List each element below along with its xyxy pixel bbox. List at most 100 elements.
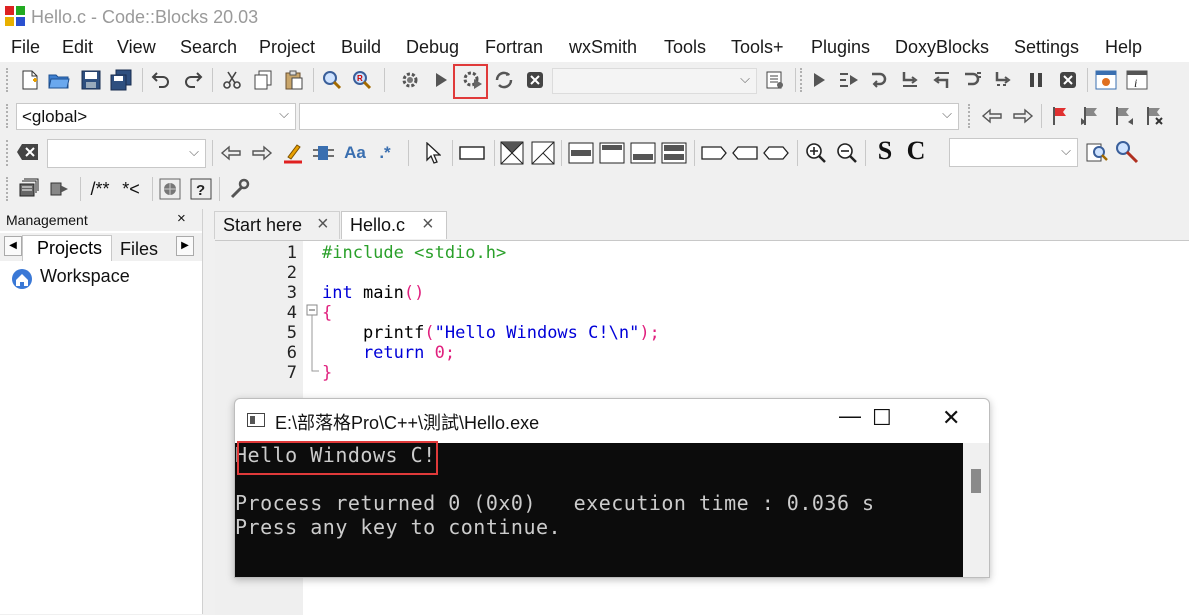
zoom-in-icon[interactable] — [803, 140, 829, 166]
stop-debugger-icon[interactable] — [1055, 67, 1081, 93]
line-comment-button[interactable]: *< — [117, 176, 145, 202]
minimize-button[interactable]: — — [839, 403, 861, 429]
menu-search[interactable]: Search — [180, 37, 237, 58]
block-comment-button[interactable]: /** — [86, 176, 114, 202]
function-select[interactable]: ⌵ — [299, 103, 959, 130]
next-bookmark-icon[interactable] — [1110, 103, 1136, 129]
menu-plugins[interactable]: Plugins — [811, 37, 870, 58]
doxyblocks-settings-icon[interactable] — [226, 176, 252, 202]
menu-build[interactable]: Build — [341, 37, 381, 58]
clear-bookmarks-icon[interactable] — [1141, 103, 1167, 129]
incremental-search-input[interactable]: ⌵ — [47, 139, 206, 168]
debug-start-icon[interactable] — [806, 67, 832, 93]
close-icon[interactable]: × — [177, 210, 186, 227]
thread-search-input[interactable]: ⌵ — [949, 138, 1078, 167]
toolbar-grip[interactable] — [800, 68, 805, 92]
block-top-icon[interactable] — [568, 140, 594, 166]
copy-icon[interactable] — [250, 67, 276, 93]
strip-c-button[interactable]: C — [903, 136, 929, 165]
decision-shape-icon[interactable] — [499, 140, 525, 166]
menu-tools[interactable]: Tools — [664, 37, 706, 58]
match-case-button[interactable]: Aa — [342, 140, 368, 166]
menu-tools-plus[interactable]: Tools+ — [731, 37, 784, 58]
scope-select[interactable]: <global> ⌵ — [16, 103, 296, 130]
doxywizard-icon[interactable] — [16, 176, 42, 202]
debugging-windows-icon[interactable] — [1093, 67, 1119, 93]
find-icon[interactable] — [319, 67, 345, 93]
menu-edit[interactable]: Edit — [62, 37, 93, 58]
build-target-select[interactable]: ⌵ — [552, 68, 757, 94]
step-into-icon[interactable] — [898, 67, 924, 93]
menu-view[interactable]: View — [117, 37, 156, 58]
close-icon[interactable]: × — [317, 213, 329, 236]
continue-shape-icon[interactable] — [732, 140, 758, 166]
toolbar-grip[interactable] — [6, 104, 11, 128]
menu-doxyblocks[interactable]: DoxyBlocks — [895, 37, 989, 58]
search-previous-icon[interactable] — [218, 140, 244, 166]
return-shape-icon[interactable] — [763, 140, 789, 166]
run-html-icon[interactable] — [157, 176, 183, 202]
rectangle-shape-icon[interactable] — [459, 140, 485, 166]
help-chm-icon[interactable]: ? — [188, 176, 214, 202]
toolbar-grip[interactable] — [6, 177, 11, 201]
console-scrollbar[interactable] — [963, 443, 989, 577]
step-out-icon[interactable] — [929, 67, 955, 93]
step-into-instruction-icon[interactable] — [991, 67, 1017, 93]
rebuild-icon[interactable] — [491, 67, 517, 93]
pause-icon[interactable] — [1023, 67, 1049, 93]
next-line-icon[interactable] — [867, 67, 893, 93]
console-window[interactable]: E:\部落格Pro\C++\測試\Hello.exe — ☐ ✕ Hello W… — [234, 398, 990, 578]
tab-scroll-right-icon[interactable]: ▶ — [176, 236, 194, 256]
menu-project[interactable]: Project — [259, 37, 315, 58]
paste-icon[interactable] — [281, 67, 307, 93]
close-button[interactable]: ✕ — [942, 405, 960, 431]
next-instruction-icon[interactable] — [960, 67, 986, 93]
replace-icon[interactable]: R — [349, 67, 375, 93]
highlight-icon[interactable] — [280, 140, 306, 166]
save-icon[interactable] — [78, 67, 104, 93]
toggle-bookmark-icon[interactable] — [1047, 103, 1073, 129]
menu-wxsmith[interactable]: wxSmith — [569, 37, 637, 58]
undo-icon[interactable] — [148, 67, 174, 93]
build-gear-icon[interactable] — [397, 67, 423, 93]
tab-projects[interactable]: Projects — [22, 235, 112, 261]
selected-text-only-icon[interactable] — [311, 140, 337, 166]
redo-icon[interactable] — [180, 67, 206, 93]
clear-search-icon[interactable] — [15, 139, 41, 165]
tab-files[interactable]: Files — [120, 239, 158, 260]
new-file-icon[interactable] — [17, 67, 43, 93]
fold-marker-icon[interactable] — [305, 303, 321, 383]
show-select-target-icon[interactable] — [762, 67, 788, 93]
strip-s-button[interactable]: S — [872, 136, 898, 165]
maximize-button[interactable]: ☐ — [872, 405, 892, 431]
save-all-icon[interactable] — [108, 67, 134, 93]
menu-debug[interactable]: Debug — [406, 37, 459, 58]
menu-fortran[interactable]: Fortran — [485, 37, 543, 58]
toolbar-grip[interactable] — [6, 68, 11, 92]
menu-help[interactable]: Help — [1105, 37, 1142, 58]
abort-icon[interactable] — [522, 67, 548, 93]
jump-forward-icon[interactable] — [1010, 103, 1036, 129]
parallelogram-shape-icon[interactable] — [530, 140, 556, 166]
select-pointer-icon[interactable] — [420, 140, 446, 166]
zoom-out-icon[interactable] — [834, 140, 860, 166]
extract-documentation-icon[interactable] — [47, 176, 73, 202]
jump-back-icon[interactable] — [979, 103, 1005, 129]
tab-start-here[interactable]: Start here × — [214, 211, 340, 239]
thread-search-icon[interactable] — [1084, 139, 1110, 165]
block-bottom-icon[interactable] — [630, 140, 656, 166]
toolbar-grip[interactable] — [6, 140, 11, 166]
console-scroll-thumb[interactable] — [971, 469, 981, 493]
close-icon[interactable]: × — [422, 213, 434, 236]
tab-scroll-left-icon[interactable]: ◀ — [4, 236, 22, 256]
block-full-icon[interactable] — [661, 140, 687, 166]
debug-info-icon[interactable]: i — [1124, 67, 1150, 93]
menu-file[interactable]: File — [11, 37, 40, 58]
cut-icon[interactable] — [219, 67, 245, 93]
break-shape-icon[interactable] — [701, 140, 727, 166]
block-mid-icon[interactable] — [599, 140, 625, 166]
tab-hello-c[interactable]: Hello.c × — [341, 211, 447, 239]
run-icon[interactable] — [428, 67, 454, 93]
thread-search-options-icon[interactable] — [1114, 139, 1140, 165]
toolbar-grip[interactable] — [968, 104, 973, 128]
